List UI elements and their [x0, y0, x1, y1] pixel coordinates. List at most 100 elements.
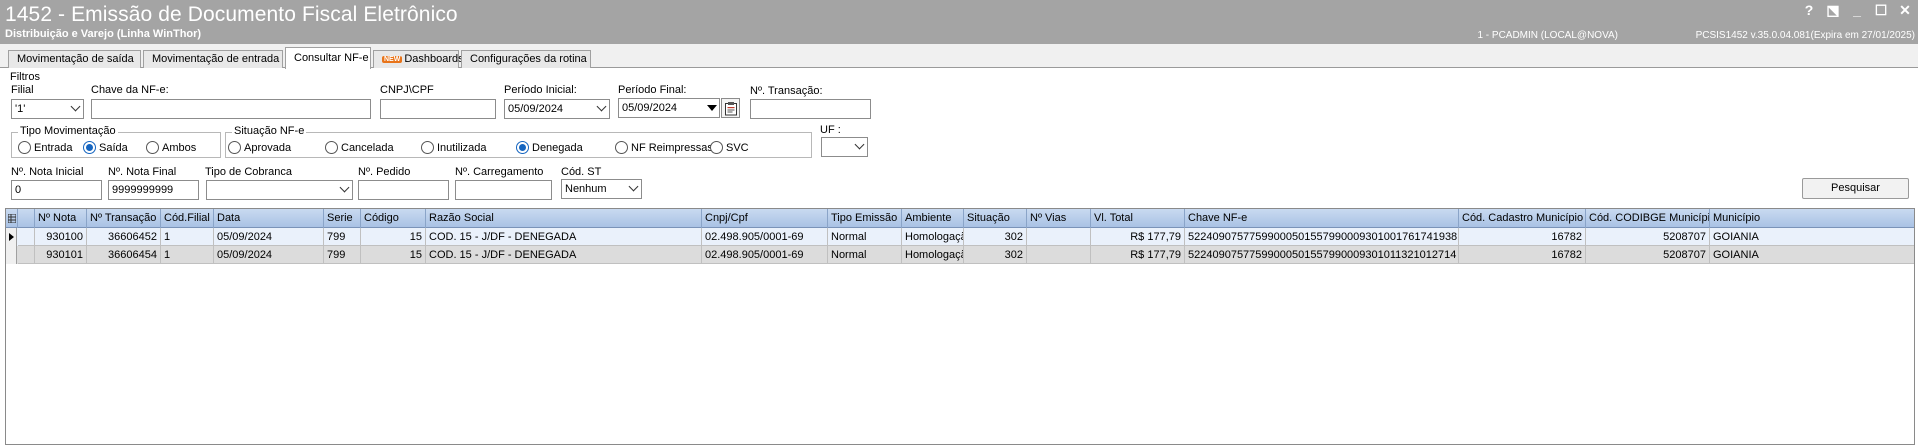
periodo-inicial-value: 05/09/2024: [508, 103, 564, 115]
periodo-inicial-date[interactable]: 05/09/2024: [504, 99, 610, 119]
minimize-icon[interactable]: _: [1850, 2, 1864, 19]
row-indicator-arrow-icon[interactable]: [6, 228, 17, 246]
uf-select[interactable]: [821, 137, 868, 157]
radio-aprovada[interactable]: Aprovada: [228, 141, 291, 154]
radio-dot-icon: [325, 141, 338, 154]
help-icon[interactable]: ?: [1802, 2, 1816, 19]
radio-ambos[interactable]: Ambos: [146, 141, 196, 154]
cell-razao-social[interactable]: COD. 15 - J/DF - DENEGADA: [426, 246, 702, 264]
situacao-title: Situação NF-e: [232, 125, 307, 137]
cell-chave-nfe[interactable]: 5224090757759900050155799000930100176174…: [1185, 228, 1459, 246]
tab-configuracoes[interactable]: Configurações da rotina: [461, 50, 591, 68]
column-header[interactable]: Serie: [324, 209, 361, 228]
nota-final-label: Nº. Nota Final: [108, 166, 177, 178]
cell-cnpj[interactable]: 02.498.905/0001-69: [702, 228, 828, 246]
chave-input[interactable]: [91, 99, 371, 119]
cell-vl-total[interactable]: R$ 177,79: [1091, 246, 1185, 264]
cod-st-select[interactable]: Nenhum: [561, 179, 642, 199]
calendar-clipboard-button[interactable]: [721, 98, 740, 118]
radio-dot-icon: [615, 141, 628, 154]
results-grid[interactable]: Nº Nota Nº Transação Cód.Filial Data Ser…: [5, 208, 1915, 445]
column-header[interactable]: Código: [361, 209, 426, 228]
radio-nf-reimpressas[interactable]: NF Reimpressas: [615, 141, 713, 154]
cell-situacao[interactable]: 302: [964, 228, 1027, 246]
cell-ambiente[interactable]: Homologação: [902, 246, 964, 264]
cell-vias[interactable]: [1027, 228, 1091, 246]
column-header[interactable]: Razão Social: [426, 209, 702, 228]
nota-inicial-input[interactable]: 0: [11, 180, 102, 200]
table-row[interactable]: 930100 36606452 1 05/09/2024 799 15 COD.…: [6, 228, 1914, 246]
column-header[interactable]: Vl. Total: [1091, 209, 1185, 228]
carregamento-input[interactable]: [455, 180, 552, 200]
cell-data[interactable]: 05/09/2024: [214, 228, 324, 246]
tab-movimentacao-saida[interactable]: Movimentação de saída: [8, 50, 141, 68]
pesquisar-button[interactable]: Pesquisar: [1802, 178, 1909, 199]
filial-select[interactable]: '1': [11, 99, 84, 119]
window-title: 1452 - Emissão de Documento Fiscal Eletr…: [5, 3, 458, 26]
maximize-icon[interactable]: ☐: [1874, 2, 1888, 19]
situacao-group: Situação NF-e Aprovada Cancelada Inutili…: [225, 125, 812, 158]
column-menu-button[interactable]: [6, 209, 18, 228]
cell-tipo-emissao[interactable]: Normal: [828, 228, 902, 246]
column-header[interactable]: Nº Nota: [35, 209, 87, 228]
column-header[interactable]: Cód. CODIBGE Município: [1586, 209, 1710, 228]
column-header[interactable]: Nº Transação: [87, 209, 161, 228]
cell-transacao[interactable]: 36606454: [87, 246, 161, 264]
tab-consultar-nfe[interactable]: Consultar NF-e: [285, 47, 371, 69]
cell-serie[interactable]: 799: [324, 246, 361, 264]
cell-tipo-emissao[interactable]: Normal: [828, 246, 902, 264]
tipo-cobranca-select[interactable]: [206, 180, 353, 200]
row-indicator[interactable]: [6, 246, 17, 264]
cell-vias[interactable]: [1027, 246, 1091, 264]
cell-cod-ibge[interactable]: 5208707: [1586, 228, 1710, 246]
cell-nota[interactable]: 930101: [35, 246, 87, 264]
cell-cod-cadastro[interactable]: 16782: [1459, 228, 1586, 246]
column-header[interactable]: Cód. Cadastro Município: [1459, 209, 1586, 228]
cell-transacao[interactable]: 36606452: [87, 228, 161, 246]
column-header[interactable]: Situação: [964, 209, 1027, 228]
cell-cod-ibge[interactable]: 5208707: [1586, 246, 1710, 264]
tab-movimentacao-entrada[interactable]: Movimentação de entrada: [143, 50, 283, 68]
radio-denegada[interactable]: Denegada: [516, 141, 583, 154]
periodo-final-date[interactable]: 05/09/2024: [618, 98, 720, 118]
cell-municipio[interactable]: GOIANIA: [1710, 246, 1914, 264]
column-header[interactable]: Município: [1710, 209, 1914, 228]
restore-layout-icon[interactable]: ⬔: [1826, 2, 1840, 19]
cell-filial[interactable]: 1: [161, 246, 214, 264]
column-header[interactable]: Tipo Emissão: [828, 209, 902, 228]
cell-serie[interactable]: 799: [324, 228, 361, 246]
radio-entrada[interactable]: Entrada: [18, 141, 73, 154]
cell-municipio[interactable]: GOIANIA: [1710, 228, 1914, 246]
cell-data[interactable]: 05/09/2024: [214, 246, 324, 264]
cell-cod-cadastro[interactable]: 16782: [1459, 246, 1586, 264]
cell-codigo[interactable]: 15: [361, 246, 426, 264]
radio-svc[interactable]: SVC: [710, 141, 749, 154]
cell-vl-total[interactable]: R$ 177,79: [1091, 228, 1185, 246]
cnpj-input[interactable]: [380, 99, 496, 119]
cell-razao-social[interactable]: COD. 15 - J/DF - DENEGADA: [426, 228, 702, 246]
radio-cancelada[interactable]: Cancelada: [325, 141, 394, 154]
radio-label: Cancelada: [341, 141, 394, 154]
cell-chave-nfe[interactable]: 5224090757759900050155799000930101132101…: [1185, 246, 1459, 264]
column-header[interactable]: Cód.Filial: [161, 209, 214, 228]
nota-final-input[interactable]: 9999999999: [108, 180, 199, 200]
column-header[interactable]: Nº Vias: [1027, 209, 1091, 228]
column-header[interactable]: Cnpj/Cpf: [702, 209, 828, 228]
tab-dashboards[interactable]: NEW Dashboards: [373, 50, 464, 68]
cell-situacao[interactable]: 302: [964, 246, 1027, 264]
cell-cnpj[interactable]: 02.498.905/0001-69: [702, 246, 828, 264]
cell-codigo[interactable]: 15: [361, 228, 426, 246]
table-row[interactable]: 930101 36606454 1 05/09/2024 799 15 COD.…: [6, 246, 1914, 264]
transacao-input[interactable]: [750, 99, 871, 119]
dropdown-arrow-icon[interactable]: [704, 99, 719, 117]
pedido-input[interactable]: [358, 180, 449, 200]
column-header[interactable]: Ambiente: [902, 209, 964, 228]
radio-saida[interactable]: Saída: [83, 141, 128, 154]
column-header[interactable]: Chave NF-e: [1185, 209, 1459, 228]
cell-nota[interactable]: 930100: [35, 228, 87, 246]
cell-ambiente[interactable]: Homologação: [902, 228, 964, 246]
cell-filial[interactable]: 1: [161, 228, 214, 246]
radio-inutilizada[interactable]: Inutilizada: [421, 141, 487, 154]
column-header[interactable]: Data: [214, 209, 324, 228]
close-icon[interactable]: ✕: [1898, 2, 1912, 19]
